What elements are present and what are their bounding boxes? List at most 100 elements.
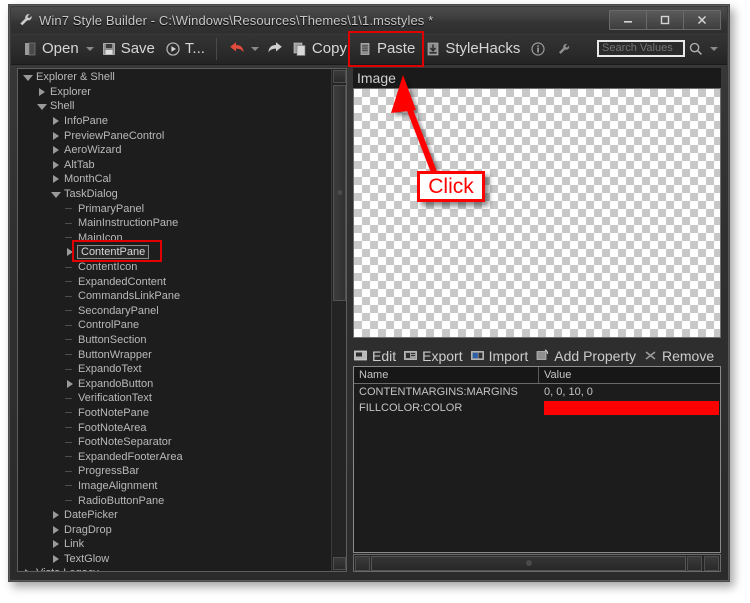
tree-item-footnotearea[interactable]: FootNoteArea xyxy=(18,420,331,435)
scroll-left-button[interactable] xyxy=(355,555,370,571)
tree-item-maininstructionpane[interactable]: MainInstructionPane xyxy=(18,216,331,231)
chevron-right-icon[interactable] xyxy=(50,145,61,156)
chevron-right-icon[interactable] xyxy=(50,524,61,535)
tree-item-imagealignment[interactable]: ImageAlignment xyxy=(18,479,331,494)
chevron-right-icon[interactable] xyxy=(50,159,61,170)
save-button[interactable]: Save xyxy=(96,36,160,62)
tree-item-footnoteseparator[interactable]: FootNoteSeparator xyxy=(18,435,331,450)
search-icon[interactable] xyxy=(685,39,707,59)
tree-item-aerowizard[interactable]: AeroWizard xyxy=(18,143,331,158)
tree-expander-glyph xyxy=(52,540,59,549)
scroll-up-button[interactable] xyxy=(333,70,346,83)
stylehacks-button[interactable]: StyleHacks xyxy=(420,36,525,62)
scrollbar-thumb[interactable] xyxy=(333,85,346,301)
scroll-down-button[interactable] xyxy=(333,557,346,570)
tree-item-link[interactable]: Link xyxy=(18,537,331,552)
tree-item-expandedcontent[interactable]: ExpandedContent xyxy=(18,274,331,289)
element-tree[interactable]: Explorer & Shell Explorer Shell InfoPane Pre… xyxy=(18,69,331,571)
tree-item-label: ButtonSection xyxy=(78,333,147,346)
chevron-right-icon[interactable] xyxy=(22,568,33,571)
tree-item-verificationtext[interactable]: VerificationText xyxy=(18,391,331,406)
tree-item-expandobutton[interactable]: ExpandoButton xyxy=(18,376,331,391)
column-header-name[interactable]: Name xyxy=(354,367,539,383)
chevron-down-icon[interactable] xyxy=(22,72,33,83)
tree-item-mainicon[interactable]: MainIcon xyxy=(18,231,331,246)
chevron-right-icon[interactable] xyxy=(64,247,75,258)
chevron-right-icon[interactable] xyxy=(50,553,61,564)
search-input[interactable] xyxy=(597,40,685,57)
tree-expander-glyph xyxy=(66,248,73,257)
tree-item-textglow[interactable]: TextGlow xyxy=(18,552,331,567)
minimize-button[interactable] xyxy=(610,11,647,29)
tree-item-alttab[interactable]: AltTab xyxy=(18,158,331,173)
undo-button[interactable] xyxy=(223,36,249,62)
undo-dropdown-button[interactable] xyxy=(249,36,261,62)
tree-item-progressbar[interactable]: ProgressBar xyxy=(18,464,331,479)
property-horizontal-scrollbar[interactable] xyxy=(353,554,721,572)
maximize-button[interactable] xyxy=(647,11,684,29)
info-button[interactable] xyxy=(525,36,551,62)
chevron-right-icon[interactable] xyxy=(36,86,47,97)
image-preview[interactable] xyxy=(353,88,721,338)
tree-leaf-dash-icon xyxy=(64,291,75,302)
color-swatch[interactable] xyxy=(544,401,719,415)
redo-button[interactable] xyxy=(261,36,287,62)
tree-leaf-dash-icon xyxy=(64,437,75,448)
tree-item-vista-legacy[interactable]: Vista Legacy xyxy=(18,566,331,571)
tree-item-buttonwrapper[interactable]: ButtonWrapper xyxy=(18,347,331,362)
chevron-right-icon[interactable] xyxy=(64,378,75,389)
tree-item-taskdialog[interactable]: TaskDialog xyxy=(18,187,331,202)
hscroll-track[interactable] xyxy=(371,555,686,571)
tree-item-expandotext[interactable]: ExpandoText xyxy=(18,362,331,377)
import-button[interactable]: Import xyxy=(470,348,528,364)
table-row[interactable]: CONTENTMARGINS:MARGINS 0, 0, 10, 0 xyxy=(354,384,720,400)
tree-item-contentpane[interactable]: ContentPane xyxy=(18,245,331,260)
tree-item-monthcal[interactable]: MonthCal xyxy=(18,172,331,187)
chevron-down-icon[interactable] xyxy=(36,101,47,112)
chevron-right-icon[interactable] xyxy=(50,510,61,521)
chevron-right-icon[interactable] xyxy=(50,539,61,550)
open-dropdown-button[interactable] xyxy=(84,36,96,62)
column-header-value[interactable]: Value xyxy=(539,367,720,383)
tree-item-footnotepane[interactable]: FootNotePane xyxy=(18,406,331,421)
add-property-button[interactable]: Add Property xyxy=(535,348,636,364)
scroll-end-button[interactable] xyxy=(704,555,719,571)
tree-item-controlpane[interactable]: ControlPane xyxy=(18,318,331,333)
tree-item-contenticon[interactable]: ContentIcon xyxy=(18,260,331,275)
tree-item-secondarypanel[interactable]: SecondaryPanel xyxy=(18,304,331,319)
export-button[interactable]: Export xyxy=(403,348,463,364)
tree-item-infopane[interactable]: InfoPane xyxy=(18,114,331,129)
tree-vertical-scrollbar[interactable] xyxy=(331,69,346,571)
tree-item-commandslinkpane[interactable]: CommandsLinkPane xyxy=(18,289,331,304)
property-toolbar: Edit Export Import Add Property Remove xyxy=(353,346,721,365)
tree-leaf-dash-icon xyxy=(64,407,75,418)
close-button[interactable] xyxy=(684,11,720,29)
tree-item-previewpanecontrol[interactable]: PreviewPaneControl xyxy=(18,128,331,143)
chevron-right-icon[interactable] xyxy=(50,116,61,127)
tree-item-datepicker[interactable]: DatePicker xyxy=(18,508,331,523)
test-button[interactable]: T... xyxy=(160,36,210,62)
edit-button[interactable]: Edit xyxy=(353,348,396,364)
chevron-down-icon[interactable] xyxy=(50,189,61,200)
open-button[interactable]: Open xyxy=(17,36,84,62)
tree-item-expandedfooterarea[interactable]: ExpandedFooterArea xyxy=(18,449,331,464)
table-row[interactable]: FILLCOLOR:COLOR xyxy=(354,400,720,416)
scroll-right-button[interactable] xyxy=(687,555,702,571)
search-dropdown-button[interactable] xyxy=(707,39,721,59)
tree-expander-glyph xyxy=(52,160,59,169)
chevron-right-icon[interactable] xyxy=(50,174,61,185)
hscroll-thumb[interactable] xyxy=(371,555,686,571)
tree-item-shell[interactable]: Shell xyxy=(18,99,331,114)
paste-button[interactable]: Paste xyxy=(352,36,420,62)
tree-item-buttonsection[interactable]: ButtonSection xyxy=(18,333,331,348)
tree-item-primarypanel[interactable]: PrimaryPanel xyxy=(18,201,331,216)
copy-button[interactable]: Copy xyxy=(287,36,352,62)
remove-button[interactable]: Remove xyxy=(643,348,714,364)
tree-item-radiobuttonpane[interactable]: RadioButtonPane xyxy=(18,493,331,508)
tree-item-dragdrop[interactable]: DragDrop xyxy=(18,522,331,537)
tree-item-explorer[interactable]: Explorer xyxy=(18,85,331,100)
tree-item-explorer-shell[interactable]: Explorer & Shell xyxy=(18,70,331,85)
settings-wrench-button[interactable] xyxy=(551,36,577,62)
tree-leaf-dash-icon xyxy=(64,203,75,214)
chevron-right-icon[interactable] xyxy=(50,130,61,141)
